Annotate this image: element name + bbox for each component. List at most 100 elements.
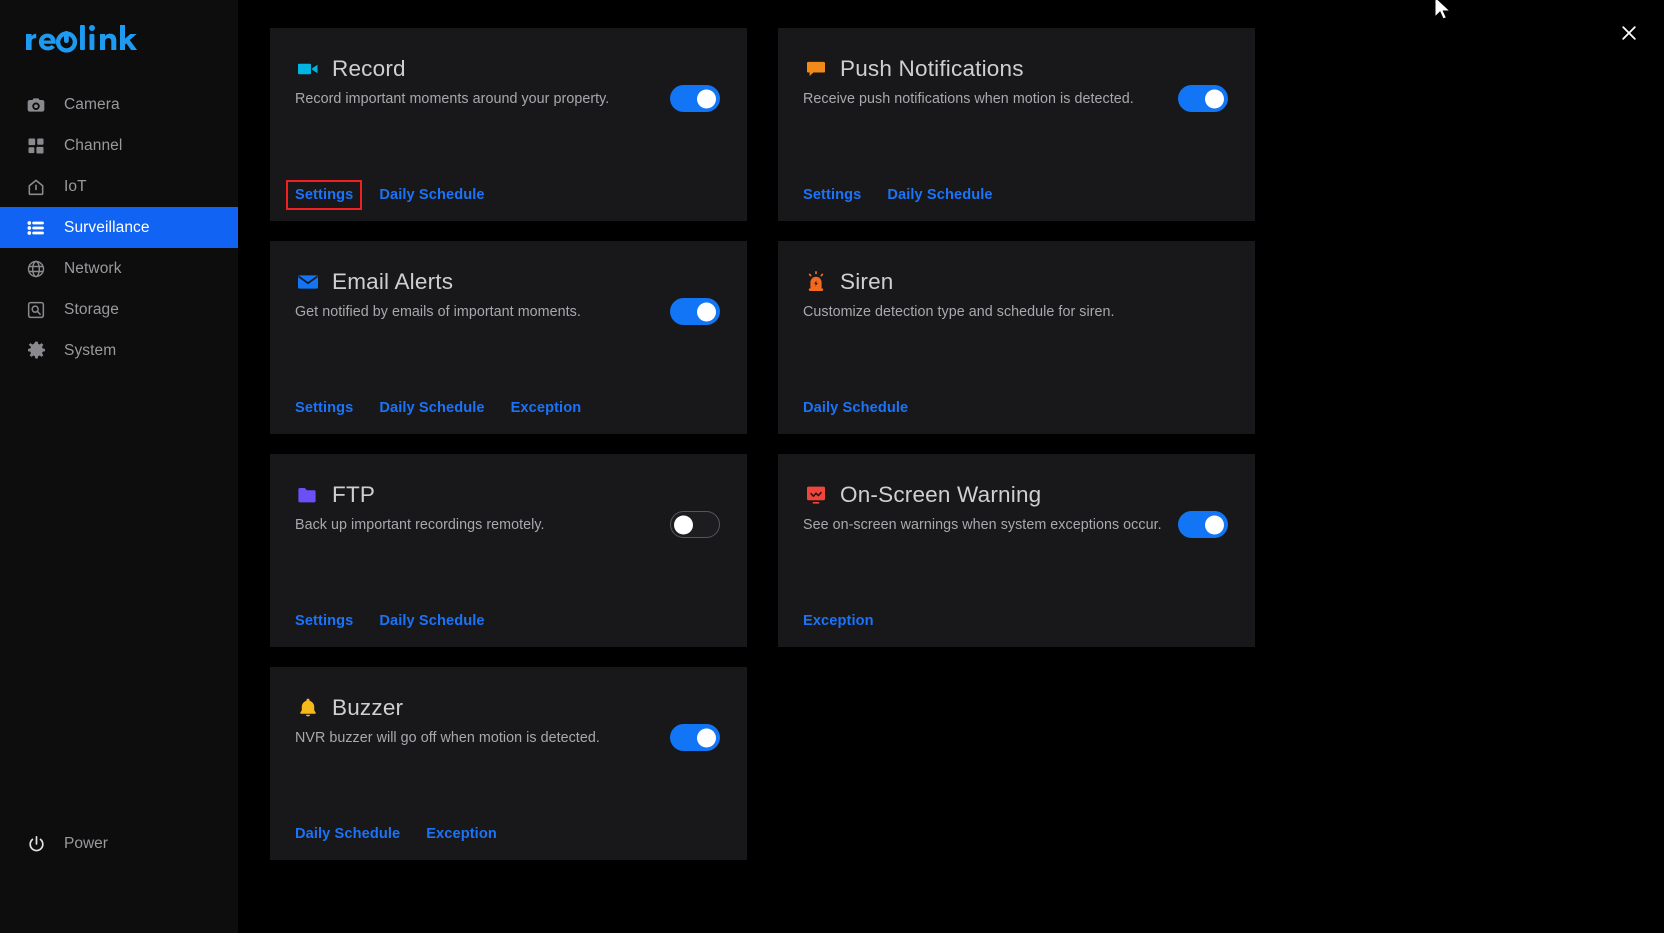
push-daily-schedule-link[interactable]: Daily Schedule bbox=[887, 187, 992, 203]
card-title: Siren bbox=[840, 269, 894, 294]
speech-bubble-icon bbox=[803, 56, 829, 82]
bell-icon bbox=[295, 695, 321, 721]
surveillance-settings-window: Camera Channel IoT Surveillance Network … bbox=[0, 0, 1664, 933]
sidebar-item-label: Camera bbox=[64, 95, 120, 113]
mouse-cursor bbox=[1434, 0, 1454, 31]
toggle-knob bbox=[674, 515, 693, 534]
close-button[interactable] bbox=[1612, 16, 1646, 50]
card-siren: Siren Customize detection type and sched… bbox=[778, 241, 1255, 434]
sidebar-item-channel[interactable]: Channel bbox=[0, 125, 238, 166]
ftp-daily-schedule-link[interactable]: Daily Schedule bbox=[379, 613, 484, 629]
email-exception-link[interactable]: Exception bbox=[511, 400, 582, 416]
card-header: Record bbox=[295, 56, 722, 82]
card-title: Buzzer bbox=[332, 695, 404, 720]
card-header: Buzzer bbox=[295, 695, 722, 721]
card-email-alerts: Email Alerts Get notified by emails of i… bbox=[270, 241, 747, 434]
gear-icon bbox=[25, 340, 47, 362]
folder-icon bbox=[295, 482, 321, 508]
sidebar-item-network[interactable]: Network bbox=[0, 248, 238, 289]
card-push-notifications: Push Notifications Receive push notifica… bbox=[778, 28, 1255, 221]
card-header: On-Screen Warning bbox=[803, 482, 1230, 508]
main-content: Record Record important moments around y… bbox=[238, 0, 1664, 933]
cards-column-right: Push Notifications Receive push notifica… bbox=[778, 28, 1255, 667]
toggle-knob bbox=[697, 302, 716, 321]
card-links: Settings Daily Schedule Exception bbox=[295, 400, 581, 416]
grid-icon bbox=[25, 135, 47, 157]
envelope-icon bbox=[295, 269, 321, 295]
reolink-logo bbox=[0, 0, 238, 78]
toggle-knob bbox=[1205, 89, 1224, 108]
power-icon bbox=[25, 833, 47, 855]
sidebar-item-label: Network bbox=[64, 259, 122, 277]
card-description: NVR buzzer will go off when motion is de… bbox=[295, 730, 600, 746]
sidebar-item-label: Storage bbox=[64, 300, 119, 318]
card-links: Daily Schedule Exception bbox=[295, 826, 497, 842]
camera-icon bbox=[25, 94, 47, 116]
close-icon bbox=[1622, 26, 1636, 40]
email-settings-link[interactable]: Settings bbox=[295, 400, 353, 416]
card-title: Push Notifications bbox=[840, 56, 1024, 81]
card-links: Settings Daily Schedule bbox=[803, 187, 993, 203]
sidebar-item-camera[interactable]: Camera bbox=[0, 84, 238, 125]
sidebar-item-storage[interactable]: Storage bbox=[0, 289, 238, 330]
push-notifications-toggle[interactable] bbox=[1178, 85, 1228, 112]
sidebar-item-label: IoT bbox=[64, 177, 87, 195]
sidebar: Camera Channel IoT Surveillance Network … bbox=[0, 0, 238, 933]
card-links: Settings Daily Schedule bbox=[295, 613, 485, 629]
toggle-knob bbox=[697, 89, 716, 108]
on-screen-warning-exception-link[interactable]: Exception bbox=[803, 613, 874, 629]
siren-daily-schedule-link[interactable]: Daily Schedule bbox=[803, 400, 908, 416]
record-toggle[interactable] bbox=[670, 85, 720, 112]
buzzer-toggle[interactable] bbox=[670, 724, 720, 751]
card-description: Back up important recordings remotely. bbox=[295, 517, 545, 533]
list-icon bbox=[25, 217, 47, 239]
card-header: Siren bbox=[803, 269, 1230, 295]
card-record: Record Record important moments around y… bbox=[270, 28, 747, 221]
card-links: Daily Schedule bbox=[803, 400, 908, 416]
record-settings-link[interactable]: Settings bbox=[285, 180, 363, 210]
push-settings-link[interactable]: Settings bbox=[803, 187, 861, 203]
power-label: Power bbox=[64, 835, 108, 852]
ftp-toggle[interactable] bbox=[670, 511, 720, 538]
card-header: Email Alerts bbox=[295, 269, 722, 295]
card-description: Get notified by emails of important mome… bbox=[295, 304, 581, 320]
home-icon bbox=[25, 176, 47, 198]
card-buzzer: Buzzer NVR buzzer will go off when motio… bbox=[270, 667, 747, 860]
toggle-knob bbox=[697, 728, 716, 747]
card-description: Record important moments around your pro… bbox=[295, 91, 610, 107]
sidebar-item-label: Channel bbox=[64, 136, 123, 154]
card-title: Record bbox=[332, 56, 406, 81]
monitor-warning-icon bbox=[803, 482, 829, 508]
siren-icon bbox=[803, 269, 829, 295]
card-links: Settings Daily Schedule bbox=[285, 180, 485, 210]
card-header: FTP bbox=[295, 482, 722, 508]
sidebar-item-label: Surveillance bbox=[64, 218, 150, 236]
buzzer-exception-link[interactable]: Exception bbox=[426, 826, 497, 842]
card-title: FTP bbox=[332, 482, 376, 507]
card-on-screen-warning: On-Screen Warning See on-screen warnings… bbox=[778, 454, 1255, 647]
globe-icon bbox=[25, 258, 47, 280]
email-alerts-toggle[interactable] bbox=[670, 298, 720, 325]
sidebar-nav: Camera Channel IoT Surveillance Network … bbox=[0, 84, 238, 371]
sidebar-item-surveillance[interactable]: Surveillance bbox=[0, 207, 238, 248]
card-header: Push Notifications bbox=[803, 56, 1230, 82]
card-description: Receive push notifications when motion i… bbox=[803, 91, 1134, 107]
power-button[interactable]: Power bbox=[0, 827, 238, 861]
buzzer-daily-schedule-link[interactable]: Daily Schedule bbox=[295, 826, 400, 842]
card-title: On-Screen Warning bbox=[840, 482, 1042, 507]
on-screen-warning-toggle[interactable] bbox=[1178, 511, 1228, 538]
email-daily-schedule-link[interactable]: Daily Schedule bbox=[379, 400, 484, 416]
hard-drive-icon bbox=[25, 299, 47, 321]
sidebar-item-iot[interactable]: IoT bbox=[0, 166, 238, 207]
sidebar-item-system[interactable]: System bbox=[0, 330, 238, 371]
card-description: Customize detection type and schedule fo… bbox=[803, 304, 1115, 320]
card-description: See on-screen warnings when system excep… bbox=[803, 517, 1162, 533]
card-ftp: FTP Back up important recordings remotel… bbox=[270, 454, 747, 647]
card-links: Exception bbox=[803, 613, 874, 629]
video-camera-icon bbox=[295, 56, 321, 82]
toggle-knob bbox=[1205, 515, 1224, 534]
record-daily-schedule-link[interactable]: Daily Schedule bbox=[379, 187, 484, 203]
cards-column-left: Record Record important moments around y… bbox=[270, 28, 747, 880]
card-title: Email Alerts bbox=[332, 269, 454, 294]
ftp-settings-link[interactable]: Settings bbox=[295, 613, 353, 629]
